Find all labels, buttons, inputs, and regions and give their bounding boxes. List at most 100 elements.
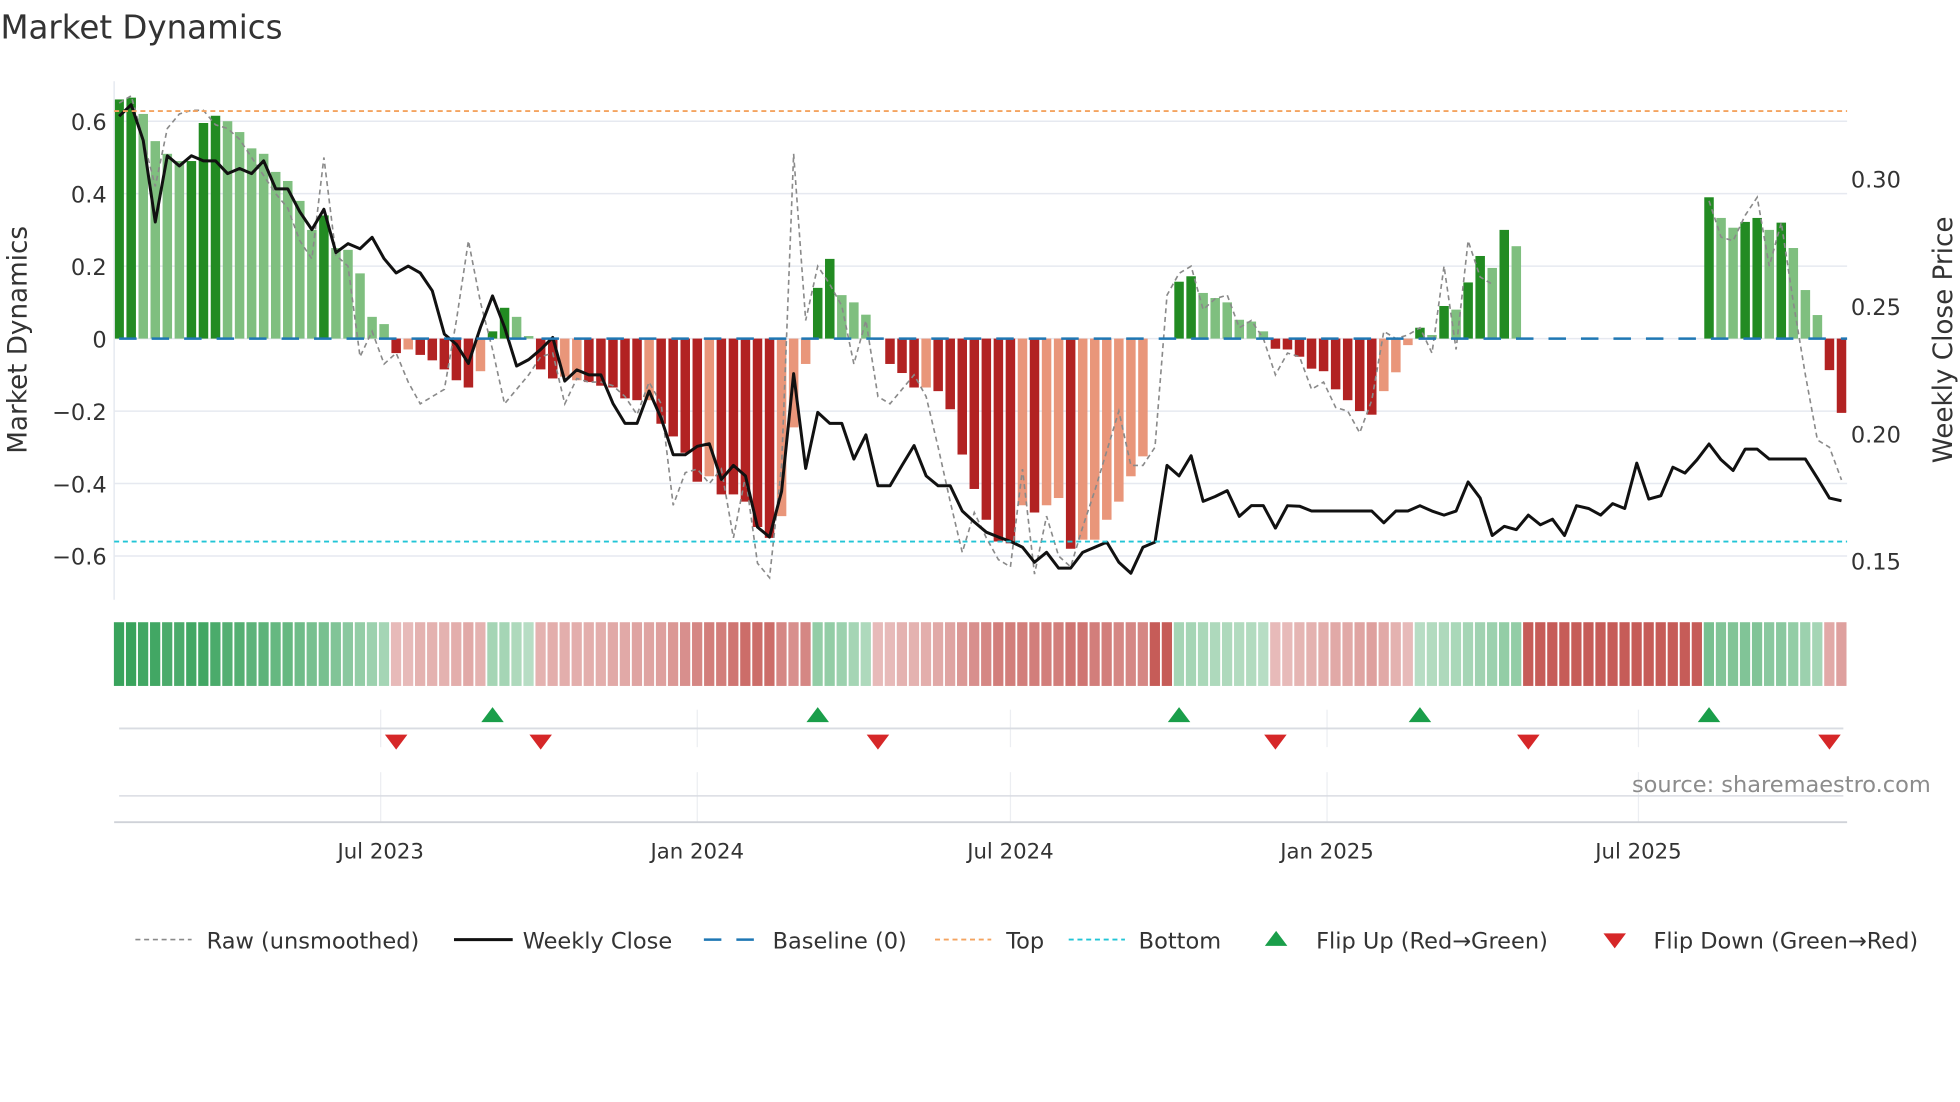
bar	[945, 338, 955, 410]
band-cell	[1571, 622, 1582, 686]
band-cell	[1547, 622, 1558, 686]
bar	[415, 338, 426, 355]
bar	[1234, 319, 1245, 339]
band-cell	[1125, 622, 1136, 686]
band-cell	[186, 622, 197, 686]
y2-tick-label: 0.25	[1851, 295, 1901, 321]
band-cell	[776, 622, 787, 686]
band-cell	[704, 622, 715, 686]
band-cell	[463, 622, 474, 686]
band-cell	[1523, 622, 1534, 686]
bar	[1017, 338, 1028, 506]
bar	[246, 148, 257, 339]
bar	[1065, 338, 1076, 549]
band-cell	[1089, 622, 1100, 686]
y-tick-label: −0.2	[52, 400, 107, 426]
band-cell	[1197, 622, 1209, 686]
bar	[307, 229, 317, 339]
bar	[1270, 338, 1281, 349]
y-tick-label: 0	[92, 327, 106, 353]
band-cell	[667, 622, 679, 686]
band-cell	[475, 622, 486, 686]
flip-down-marker	[1818, 734, 1841, 750]
band-cell	[150, 622, 161, 686]
band-cell	[655, 622, 667, 686]
bar	[1126, 338, 1136, 477]
flip-up-marker	[806, 707, 829, 723]
band-cell	[427, 622, 438, 686]
band-cell	[1751, 622, 1763, 686]
band-cell	[1426, 622, 1437, 686]
band-cell	[1161, 622, 1173, 686]
bar	[849, 302, 859, 339]
bar	[1511, 246, 1522, 339]
band-cell	[1017, 622, 1028, 686]
band-cell	[752, 622, 763, 686]
legend-flip-up-icon	[1264, 930, 1288, 946]
band-cell	[390, 622, 402, 686]
bar	[126, 97, 136, 339]
bar	[198, 123, 209, 339]
band-cell	[1402, 622, 1413, 686]
band-cell	[1776, 622, 1787, 686]
band-cell	[1824, 622, 1835, 686]
bar	[897, 338, 907, 374]
bar	[632, 338, 642, 401]
band-cell	[523, 622, 534, 686]
band-cell	[1005, 622, 1016, 686]
band-cell	[1450, 622, 1462, 686]
bar	[1403, 338, 1413, 346]
bar	[186, 161, 197, 339]
band-cell	[1679, 622, 1690, 686]
bar	[1704, 197, 1714, 339]
flip-up-marker	[1167, 707, 1191, 723]
y-tick-label: 0.6	[71, 110, 107, 136]
band-cell	[415, 622, 426, 686]
band-cell	[162, 622, 173, 686]
band-cell	[499, 622, 510, 686]
band-cell	[282, 622, 293, 686]
bar	[1306, 338, 1317, 369]
band-cell	[1643, 622, 1654, 686]
bar	[1174, 281, 1184, 339]
bar	[680, 338, 690, 453]
bar	[475, 338, 486, 372]
bar	[921, 338, 931, 388]
band-cell	[1499, 622, 1510, 686]
band-cell	[1065, 622, 1076, 686]
flip-down-marker	[529, 734, 552, 750]
legend-label: Weekly Close	[523, 928, 672, 954]
band-cell	[643, 622, 655, 686]
band-cell	[1535, 622, 1546, 686]
bar	[222, 121, 233, 339]
band-cell	[234, 622, 245, 686]
band-cell	[1149, 622, 1160, 686]
band-cell	[1294, 622, 1305, 686]
band-cell	[860, 622, 871, 686]
band-cell	[981, 622, 992, 686]
band-cell	[342, 622, 353, 686]
legend-label: Raw (unsmoothed)	[207, 928, 420, 954]
band-cell	[1173, 622, 1185, 686]
bar	[1354, 338, 1365, 412]
band-cell	[330, 622, 341, 686]
band-cell	[1113, 622, 1124, 686]
bar	[1824, 338, 1835, 371]
band-cell	[1209, 622, 1221, 686]
band-cell	[932, 622, 944, 686]
flip-down-marker	[384, 734, 408, 750]
legend-label: Bottom	[1139, 928, 1221, 954]
bar	[969, 338, 980, 489]
band-cell	[824, 622, 835, 686]
x-tick-label: Jul 2025	[1593, 839, 1681, 864]
bar	[174, 161, 185, 339]
source-annotation: source: sharemaestro.com	[1632, 772, 1931, 798]
bar	[1282, 338, 1293, 350]
bar	[1029, 338, 1040, 513]
flip-up-marker	[1697, 707, 1721, 723]
bar	[1439, 305, 1449, 339]
flip-up-marker	[481, 707, 504, 723]
band-cell	[1667, 622, 1678, 686]
band-cell	[1354, 622, 1365, 686]
band-cell	[1053, 622, 1064, 686]
